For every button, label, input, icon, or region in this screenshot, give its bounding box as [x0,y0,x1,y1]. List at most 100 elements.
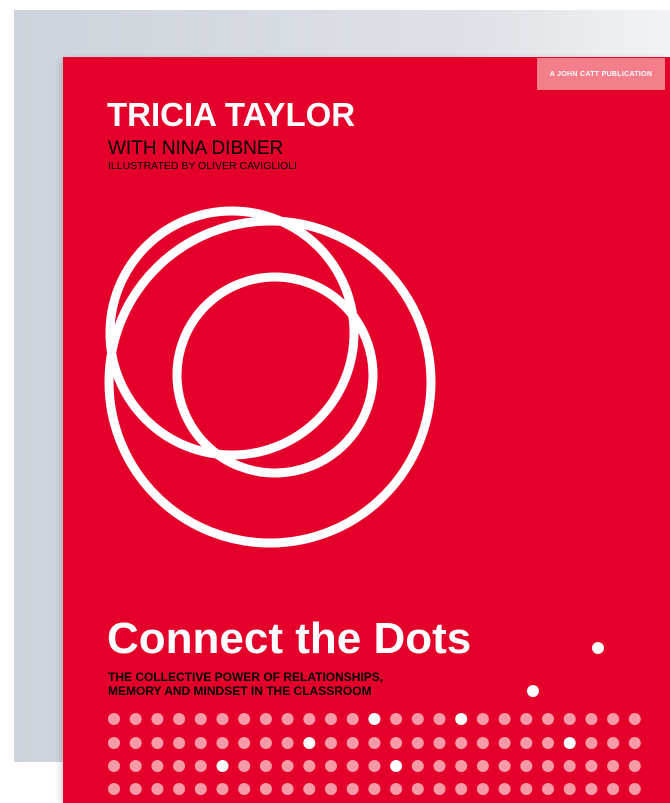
dot-pattern-icon [108,642,641,795]
dot [520,737,533,749]
dot [151,760,164,772]
dot [108,760,120,772]
dot-highlight [390,760,403,772]
dot [194,713,207,725]
dot [216,783,229,795]
dot [411,760,424,772]
dot [173,737,186,749]
dot [129,760,142,772]
dot-highlight [592,642,604,654]
dot [628,713,641,725]
dot [151,783,164,795]
dot [346,737,359,749]
dot [433,713,446,725]
dot [607,713,620,725]
dot [325,713,337,725]
dot [151,737,164,749]
dot [173,713,186,725]
dot [476,713,489,725]
dot [585,737,598,749]
dot [542,783,554,795]
dot [238,783,251,795]
dot [368,783,381,795]
dot [368,760,381,772]
dot-highlight [563,737,576,749]
dot [325,737,337,749]
dot-highlight [455,713,468,725]
dot [129,783,142,795]
dot-highlight [303,737,316,749]
dot [433,737,446,749]
dot [108,783,120,795]
dot [325,760,337,772]
dot [607,760,620,772]
dot [455,760,468,772]
dot [194,737,207,749]
dot [346,783,359,795]
dot [238,737,251,749]
dot [346,713,359,725]
dot [259,783,272,795]
dot [542,713,554,725]
dot [411,783,424,795]
dot [455,783,468,795]
dot-highlight [368,713,381,725]
dot [303,783,316,795]
dot [628,783,641,795]
dot [476,783,489,795]
dot [390,713,403,725]
dot [498,737,511,749]
dot [173,783,186,795]
dot [628,737,641,749]
dot [411,713,424,725]
dot [476,737,489,749]
dot [368,737,381,749]
dot [563,713,576,725]
dot [433,760,446,772]
dot [411,737,424,749]
dot [259,737,272,749]
dot [607,783,620,795]
dot [194,760,207,772]
dot [259,713,272,725]
dot [498,783,511,795]
dot [281,760,294,772]
dot [455,737,468,749]
dot [216,713,229,725]
dot [628,760,641,772]
dot [476,760,489,772]
dot [238,713,251,725]
dot [259,760,272,772]
dot [542,760,554,772]
dot [194,783,207,795]
dot [173,760,186,772]
dot [281,783,294,795]
dot [281,737,294,749]
dot [498,760,511,772]
dot [390,737,403,749]
dot [129,713,142,725]
dot [281,713,294,725]
dot [238,760,251,772]
dot [390,783,403,795]
dot [585,760,598,772]
dot [303,760,316,772]
dot [346,760,359,772]
dot [563,783,576,795]
dot [129,737,142,749]
dot [303,713,316,725]
dot-highlight [216,760,229,772]
dot [585,783,598,795]
dot [108,737,120,749]
dot [520,760,533,772]
dot [585,713,598,725]
dot [216,737,229,749]
dot [433,783,446,795]
dot [520,783,533,795]
dot [520,713,533,725]
dot-highlight [527,685,539,697]
dot [607,737,620,749]
dot [498,713,511,725]
dot [108,713,120,725]
dot [325,783,337,795]
